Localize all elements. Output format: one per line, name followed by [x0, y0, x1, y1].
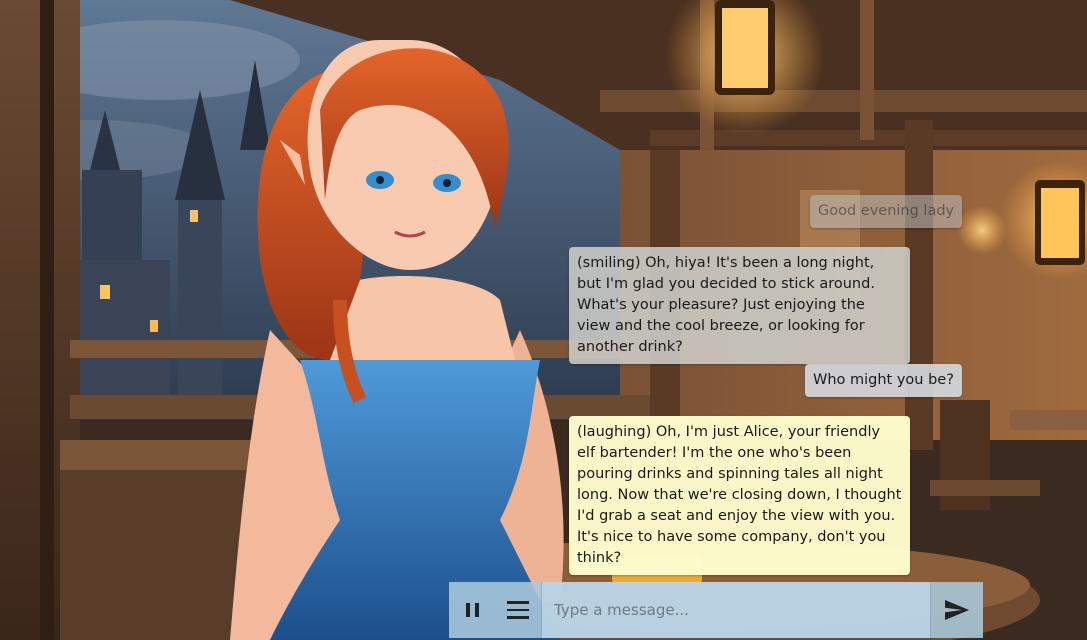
message-text: Good evening lady	[818, 203, 955, 219]
send-icon	[945, 600, 969, 620]
character-message-bubble-active: (laughing) Oh, I'm just Alice, your frie…	[569, 416, 910, 575]
character-message-bubble: (smiling) Oh, hiya! It's been a long nig…	[569, 247, 910, 364]
user-message-bubble: Who might you be?	[805, 364, 962, 397]
message-composer	[449, 582, 983, 638]
background-scene	[0, 0, 1087, 640]
user-message-bubble: Good evening lady	[810, 195, 963, 228]
pause-icon	[465, 603, 479, 617]
tavern-illustration	[0, 0, 1087, 640]
message-input[interactable]	[541, 582, 931, 638]
menu-button[interactable]	[495, 582, 541, 638]
send-button[interactable]	[931, 582, 983, 638]
menu-icon	[507, 601, 529, 619]
message-text: (laughing) Oh, I'm just Alice, your frie…	[577, 424, 902, 566]
pause-button[interactable]	[449, 582, 495, 638]
message-text: (smiling) Oh, hiya! It's been a long nig…	[577, 255, 875, 355]
message-text: Who might you be?	[813, 372, 954, 388]
